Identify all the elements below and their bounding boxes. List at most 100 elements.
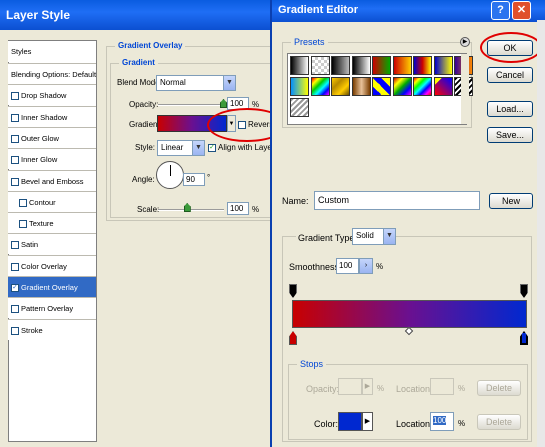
checkbox-icon [11, 134, 19, 143]
gradient-overlay-title: Gradient Overlay [115, 41, 186, 50]
style-item[interactable]: Contour [8, 190, 96, 212]
style-item[interactable]: ✓ Gradient Overlay [8, 276, 96, 297]
style-select[interactable]: Linear ▼ [157, 140, 205, 156]
smoothness-arrow-button[interactable]: › [359, 258, 373, 274]
preset-swatch[interactable] [310, 77, 330, 96]
style-item[interactable]: Bevel and Emboss [8, 169, 96, 191]
angle-unit: ° [207, 173, 211, 182]
preset-swatch[interactable] [372, 56, 391, 75]
preset-swatch[interactable] [433, 77, 453, 96]
style-item[interactable]: Blending Options: Default [8, 63, 96, 84]
blend-mode-select[interactable]: Normal ▼ [156, 75, 236, 91]
checkbox-icon [19, 198, 27, 207]
help-button[interactable]: ? [491, 1, 510, 20]
preset-swatch[interactable] [290, 56, 309, 75]
smoothness-input[interactable]: 100 [336, 258, 359, 274]
color-label: Color: [314, 419, 339, 429]
stop-opacity-label: Opacity: [306, 384, 340, 394]
style-item[interactable]: Texture [8, 212, 96, 234]
highlight-ellipse-ok [480, 32, 542, 63]
checkbox-checked-icon: ✓ [208, 143, 216, 152]
checkbox-icon [11, 305, 19, 314]
stop-color-arrow[interactable]: ▶ [362, 412, 373, 431]
gradient-bar[interactable] [292, 300, 527, 328]
chevron-right-icon: ▶ [364, 418, 371, 425]
preset-swatch[interactable] [392, 77, 412, 96]
style-item[interactable]: Pattern Overlay [8, 297, 96, 319]
preset-swatch[interactable] [331, 56, 350, 75]
save-button[interactable]: Save... [487, 127, 533, 143]
presets-scrollbar[interactable] [461, 54, 469, 124]
color-location-input[interactable]: 100 [430, 412, 454, 431]
presets-menu-button[interactable]: ▶ [460, 37, 470, 47]
smoothness-unit: % [376, 262, 384, 271]
scale-slider[interactable] [158, 209, 224, 211]
stop-opacity-arrow[interactable]: ▶ [362, 378, 373, 395]
location-input[interactable] [430, 378, 454, 395]
delete-color-stop-button[interactable]: Delete [477, 414, 521, 430]
angle-label: Angle: [132, 175, 155, 184]
new-button[interactable]: New [489, 193, 533, 209]
gradient-editor-title: Gradient Editor [278, 4, 359, 16]
preset-swatch[interactable] [413, 77, 432, 96]
angle-input[interactable]: 90 [183, 173, 205, 186]
checkbox-icon [11, 113, 19, 122]
checkbox-icon [11, 326, 19, 335]
chevron-right-icon: ▶ [364, 383, 371, 390]
stop-opacity-input[interactable] [338, 378, 362, 395]
name-input[interactable]: Custom [314, 191, 480, 210]
angle-dial-needle [170, 165, 171, 176]
preset-swatch[interactable] [392, 56, 412, 75]
preset-swatch[interactable] [290, 77, 309, 96]
styles-header[interactable]: Styles [8, 41, 96, 62]
style-item[interactable]: Drop Shadow [8, 84, 96, 106]
preset-swatch[interactable] [413, 56, 432, 75]
chevron-down-icon: ▼ [383, 229, 395, 244]
preset-swatch[interactable] [351, 77, 371, 96]
style-item[interactable]: Inner Shadow [8, 105, 96, 127]
name-label: Name: [282, 196, 309, 206]
layer-style-titlebar[interactable]: Layer Style [0, 0, 280, 30]
angle-dial[interactable] [156, 161, 184, 189]
question-icon: ? [497, 4, 504, 16]
load-button[interactable]: Load... [487, 101, 533, 117]
checkbox-icon [11, 262, 19, 271]
opacity-label: Opacity: [129, 100, 159, 109]
scale-input[interactable]: 100 [227, 202, 249, 215]
align-with-layer-checkbox[interactable]: ✓ Align with Layer [208, 143, 274, 152]
style-item[interactable]: Color Overlay [8, 254, 96, 276]
stop-opacity-unit: % [377, 384, 385, 393]
close-button[interactable]: ✕ [512, 1, 531, 20]
style-item[interactable]: Inner Glow [8, 148, 96, 170]
checkbox-icon [19, 220, 27, 229]
presets-title: Presets [291, 37, 328, 47]
gradient-type-select[interactable]: Solid ▼ [352, 228, 396, 245]
style-label: Style: [135, 143, 156, 152]
background-strip [537, 20, 545, 447]
preset-swatch[interactable] [290, 98, 309, 117]
stops-title: Stops [297, 359, 327, 369]
checkbox-icon [11, 177, 19, 186]
color-location-label: Location: [396, 419, 433, 429]
scale-unit: % [252, 205, 260, 214]
color-location-unit: % [458, 419, 466, 428]
style-item[interactable]: Satin [8, 233, 96, 255]
preset-swatch[interactable] [310, 56, 330, 75]
style-item[interactable]: Outer Glow [8, 126, 96, 148]
chevron-down-icon: ▼ [192, 141, 204, 155]
preset-swatch[interactable] [351, 56, 371, 75]
opacity-slider[interactable] [158, 104, 224, 106]
delete-opacity-stop-button[interactable]: Delete [477, 380, 521, 396]
scale-label: Scale: [137, 205, 160, 214]
preset-swatch[interactable] [331, 77, 350, 96]
play-icon: ▶ [462, 39, 468, 45]
cancel-button[interactable]: Cancel [487, 67, 533, 83]
gradient-subgroup-title: Gradient [119, 58, 158, 67]
style-item[interactable]: Stroke [8, 318, 96, 340]
preset-swatch[interactable] [372, 77, 391, 96]
checkbox-checked-icon: ✓ [11, 284, 19, 293]
smoothness-label: Smoothness: [289, 262, 342, 272]
stop-color-swatch[interactable] [338, 412, 362, 431]
gradient-editor-window: Gradient Editor ? ✕ Presets ▶ OK Cancel … [270, 0, 545, 447]
preset-swatch[interactable] [433, 56, 453, 75]
